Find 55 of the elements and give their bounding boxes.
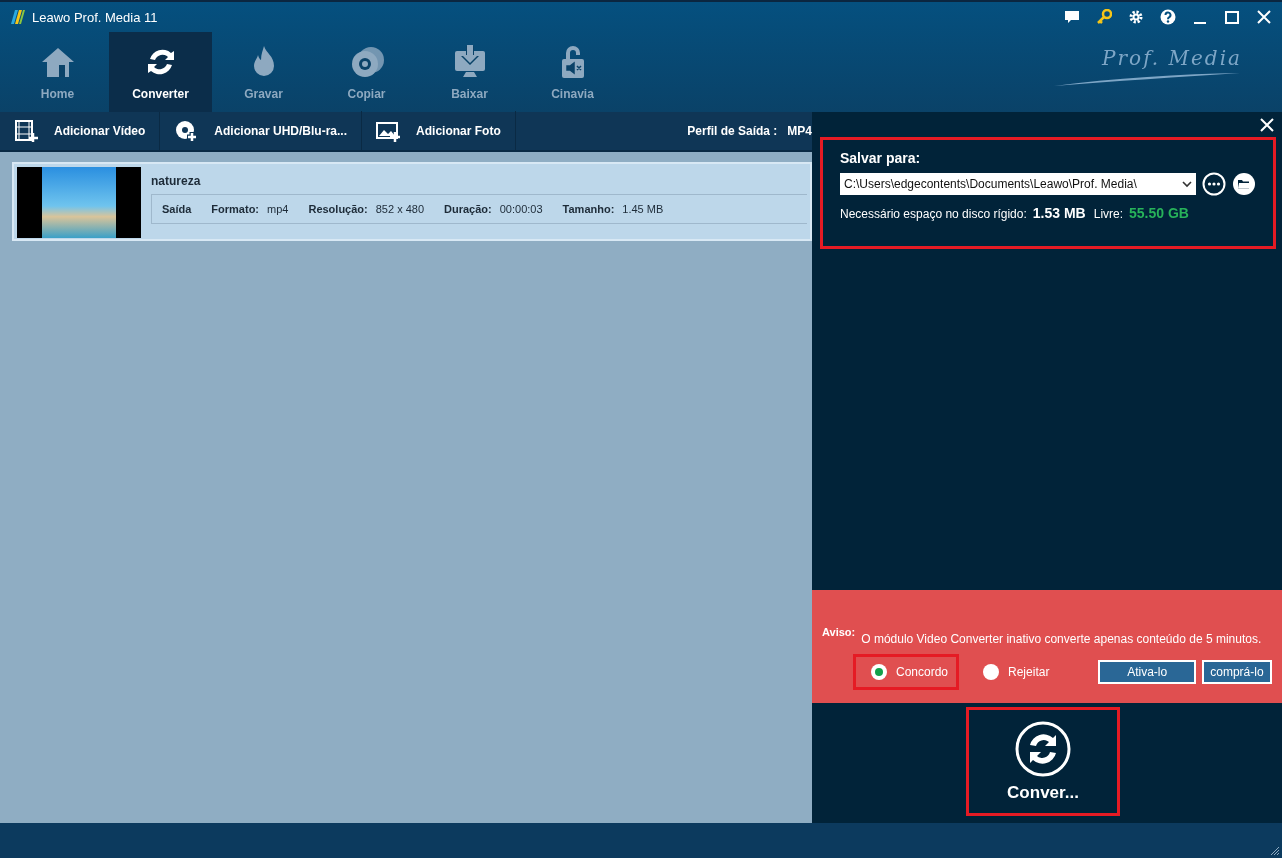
image-add-icon [376,119,401,143]
nav-tab[interactable]: Home [6,32,109,112]
radio-option[interactable]: Concordo [871,664,949,680]
radio-option[interactable]: Rejeitar [983,664,1050,680]
nav-tab[interactable]: Copiar [315,32,418,112]
window-title: Leawo Prof. Media 11 [32,9,158,25]
maximize-icon[interactable] [1224,9,1240,25]
folder-icon [1232,172,1256,196]
brand-logo-text: Prof. Media [1102,46,1242,70]
field-value: 00:00:03 [499,203,543,215]
field-label: Formato: [211,203,260,215]
output-label: Saída [162,203,192,215]
save-to-label: Salvar para: [840,150,922,166]
help-icon[interactable] [1160,9,1176,25]
convert-button[interactable]: Conver... [966,707,1120,816]
output-profile-value[interactable]: MP4 [787,124,812,138]
file-item[interactable]: natureza Saída Formato: mp4 Resolução: 852 x 480 Duração: 00:00:03 Tamanho: 1.45 MB [12,162,812,241]
more-icon [1202,172,1226,196]
free-space-value: 55.50 GB [1129,205,1189,221]
action-button[interactable]: Ativa-lo [1098,660,1196,684]
file-name: natureza [151,174,202,188]
disc-add-icon [174,119,199,143]
film-add-icon [14,119,38,143]
disk-space-value: 1.53 MB [1032,205,1086,221]
action-button[interactable]: comprá-lo [1201,660,1272,684]
field-value: 1.45 MB [622,203,664,215]
close-icon[interactable] [1256,9,1272,25]
warning-label: Aviso: [822,626,856,640]
nav-tab[interactable]: Converter [109,32,212,112]
field-value: mp4 [267,203,289,215]
caret-icon [1182,180,1192,188]
key-icon[interactable] [1096,9,1112,25]
nav-tab[interactable]: Baixar [418,32,521,112]
output-profile-label: Perfil de Saída : [687,124,778,138]
refresh-icon [1015,720,1071,777]
field-value: 852 x 480 [375,203,425,215]
free-space-label: Livre: [1093,207,1124,221]
logo-icon [10,9,26,25]
feedback-icon[interactable] [1064,9,1080,25]
resize-grip-icon[interactable] [1270,846,1280,856]
more-button[interactable] [1202,172,1226,196]
settings-icon[interactable] [1128,9,1144,25]
field-label: Duração: [444,203,492,215]
close-icon[interactable] [1260,118,1274,132]
toolbar-button[interactable]: Adicionar Foto [362,111,516,151]
nav-tab[interactable]: Gravar [212,32,315,112]
toolbar-button[interactable]: Adicionar UHD/Blu-ra... [160,111,363,151]
field-label: Resolução: [308,203,368,215]
disk-space-label: Necessário espaço no disco rígido: [840,207,1027,221]
warning-text: O módulo Video Converter inativo converte apenas conteúdo de 5 minutos. [861,632,1262,646]
toolbar-button[interactable]: Adicionar Vídeo [0,111,161,151]
field-label: Tamanho: [562,203,615,215]
nav-tab[interactable]: Cinavia [521,32,624,112]
path-dropdown[interactable]: C:\Users\edgecontents\Documents\Leawo\Prof. Media\ [840,173,1196,195]
open-folder-button[interactable] [1232,172,1256,196]
